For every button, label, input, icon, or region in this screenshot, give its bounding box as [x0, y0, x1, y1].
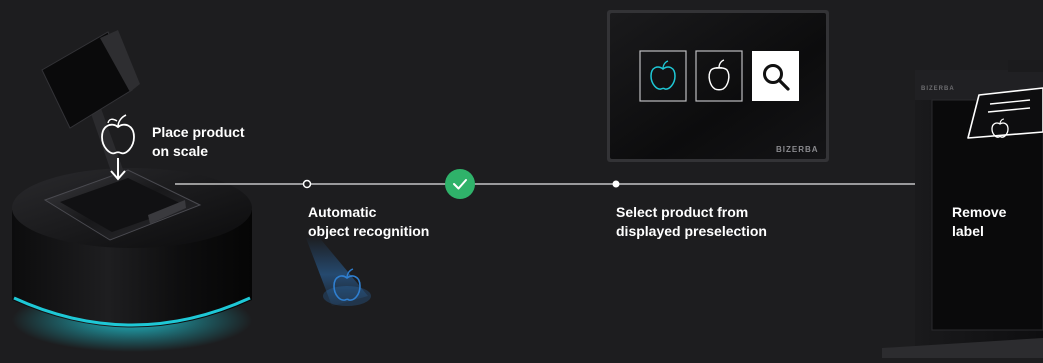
- projection-beam: [306, 236, 371, 306]
- step-label-line: object recognition: [308, 223, 430, 239]
- step-label-line: label: [952, 223, 984, 239]
- printer-brand-logo: BIZERBA: [921, 86, 955, 92]
- step-label-line: Remove: [952, 204, 1007, 220]
- step-label-line: Select product from: [616, 204, 749, 220]
- label-apple-icon: [967, 87, 1043, 139]
- step-label-line: on scale: [152, 143, 209, 159]
- process-illustration: [12, 10, 1043, 358]
- timeline-node-3: [612, 180, 620, 188]
- step-label-line: displayed preselection: [616, 223, 767, 239]
- step-label-line: Place product: [152, 124, 245, 140]
- touch-screen: [607, 10, 829, 162]
- timeline: [175, 179, 1043, 189]
- step-auto-recognition-label: Automatic object recognition: [308, 203, 429, 241]
- screen-brand-logo: BIZERBA: [776, 145, 819, 154]
- timeline-node-2: [302, 179, 312, 189]
- scale-device: [12, 30, 252, 352]
- step-place-product-label: Place product on scale: [152, 123, 245, 161]
- illustration-stage: BIZERBA BIZERBA Place product on scale A…: [0, 0, 1043, 358]
- step-select-product-label: Select product from displayed preselecti…: [616, 203, 767, 241]
- step-remove-label-label: Remove label: [952, 203, 1006, 241]
- step-label-line: Automatic: [308, 204, 377, 220]
- checkmark-circle-icon: [445, 169, 475, 199]
- screen-item-search: [752, 51, 799, 101]
